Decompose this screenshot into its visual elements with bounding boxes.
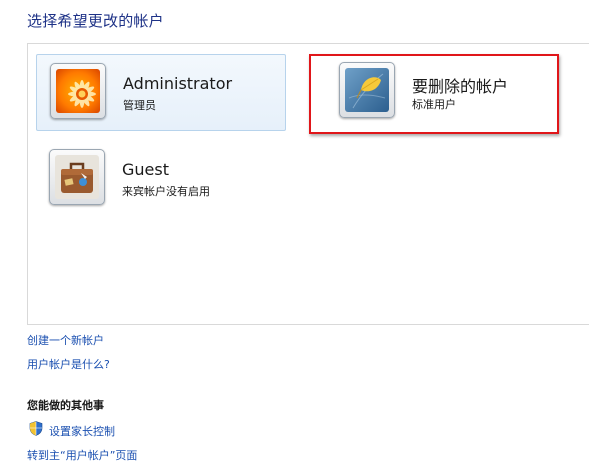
flower-avatar-icon [56, 69, 100, 113]
what-is-account-link[interactable]: 用户帐户是什么? [27, 356, 110, 372]
parental-controls-link[interactable]: 设置家长控制 [49, 423, 115, 439]
suitcase-avatar-icon [55, 155, 99, 199]
page-title: 选择希望更改的帐户 [27, 12, 164, 30]
create-account-link[interactable]: 创建一个新帐户 [27, 332, 104, 348]
account-type: 来宾帐户没有启用 [122, 185, 210, 198]
account-type: 管理员 [123, 99, 156, 112]
avatar-frame [50, 63, 106, 119]
account-name: Guest [122, 160, 169, 179]
account-name: Administrator [123, 74, 233, 93]
account-tile-guest[interactable]: Guest 来宾帐户没有启用 [36, 141, 286, 218]
avatar-frame [49, 149, 105, 205]
shield-icon [29, 421, 43, 436]
account-tile-administrator[interactable]: Administrator 管理员 [36, 54, 286, 131]
section-heading: 您能做的其他事 [27, 399, 104, 412]
highlight-box [309, 54, 559, 134]
goto-main-accounts-link[interactable]: 转到主“用户帐户”页面 [27, 447, 137, 463]
